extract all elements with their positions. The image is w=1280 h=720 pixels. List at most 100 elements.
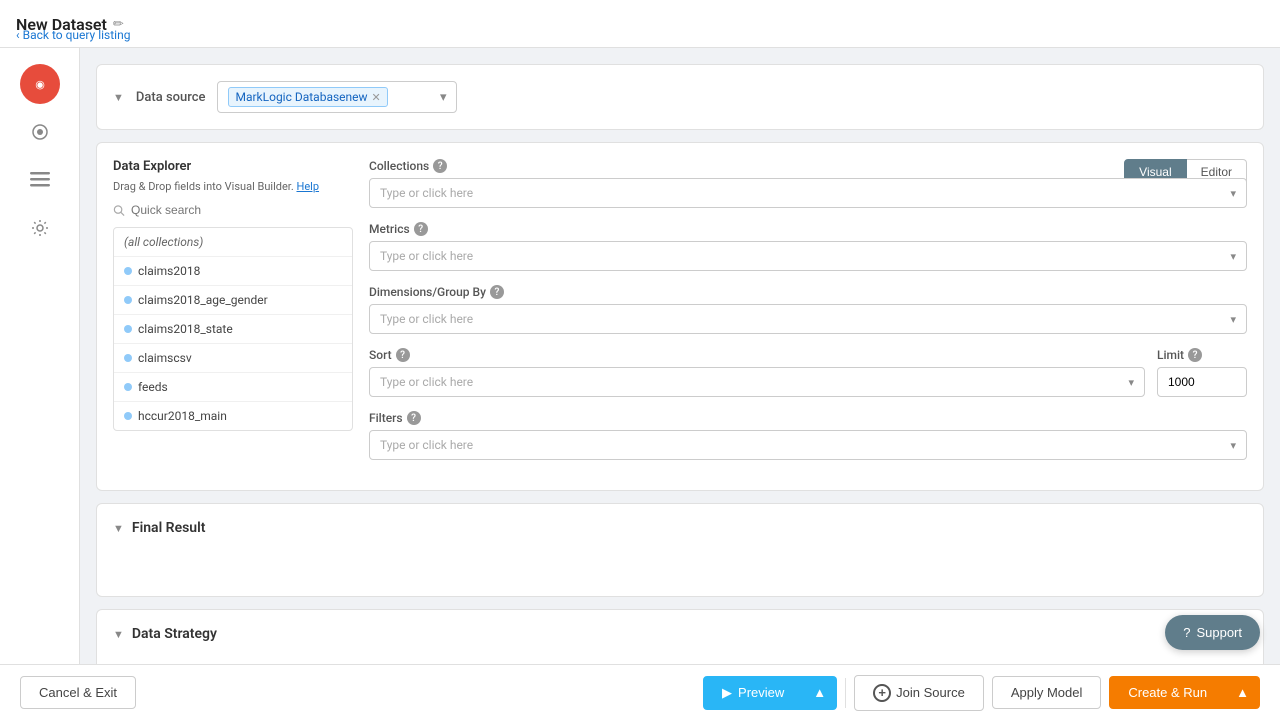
datasource-card: ▼ Data source MarkLogic Databasenew ✕ ▾	[96, 64, 1264, 130]
sort-group: Sort ? Type or click here ▾	[369, 348, 1145, 397]
preview-button-group: ▶ Preview ▲	[703, 676, 837, 710]
filters-select[interactable]: Type or click here ▾	[369, 430, 1247, 460]
list-item[interactable]: claims2018_state	[114, 315, 352, 344]
datasource-select[interactable]: MarkLogic Databasenew ✕ ▾	[217, 81, 457, 113]
sort-dropdown-arrow: ▾	[1128, 376, 1134, 389]
metrics-label: Metrics ?	[369, 222, 1247, 236]
sidebar-settings-icon[interactable]	[20, 208, 60, 248]
dimensions-dropdown-arrow: ▾	[1230, 313, 1236, 326]
collection-label: hccur2018_main	[138, 409, 227, 423]
sidebar-database-icon[interactable]: ◉	[20, 64, 60, 104]
collection-dot	[124, 296, 132, 304]
help-link[interactable]: Help	[296, 180, 319, 193]
filters-help-icon[interactable]: ?	[407, 411, 421, 425]
limit-group: Limit ?	[1157, 348, 1247, 397]
list-item[interactable]: claims2018	[114, 257, 352, 286]
dimensions-help-icon[interactable]: ?	[490, 285, 504, 299]
create-run-button-group: Create & Run ▲	[1109, 676, 1260, 709]
create-run-toggle-button[interactable]: ▲	[1226, 676, 1260, 709]
collection-dot	[124, 267, 132, 275]
collection-dot	[124, 412, 132, 420]
quick-search-input[interactable]	[131, 203, 353, 217]
sort-select[interactable]: Type or click here ▾	[369, 367, 1145, 397]
filters-dropdown-arrow: ▾	[1230, 439, 1236, 452]
filters-label: Filters ?	[369, 411, 1247, 425]
datasource-tag-close[interactable]: ✕	[372, 91, 381, 104]
final-result-toggle[interactable]: ▼	[113, 522, 124, 535]
join-plus-icon: +	[873, 684, 891, 702]
collection-label: claimscsv	[138, 351, 192, 365]
support-icon: ?	[1183, 625, 1190, 640]
collection-dot	[124, 383, 132, 391]
separator-1	[845, 678, 846, 708]
explorer-title: Data Explorer	[113, 159, 353, 174]
collection-dot	[124, 354, 132, 362]
back-link[interactable]: ‹ Back to query listing	[16, 28, 130, 42]
list-item[interactable]: claimscsv	[114, 344, 352, 373]
data-strategy-toggle[interactable]: ▼	[113, 628, 124, 641]
collection-label: feeds	[138, 380, 168, 394]
collection-label: claims2018_state	[138, 322, 233, 336]
collections-group: Collections ? Type or click here ▾	[369, 159, 1247, 208]
data-strategy-card: ▼ Data Strategy	[96, 609, 1264, 664]
data-strategy-title: Data Strategy	[132, 626, 217, 642]
list-item[interactable]: claims2018_age_gender	[114, 286, 352, 315]
collection-list: (all collections) claims2018 claims2018_…	[113, 227, 353, 431]
cancel-exit-button[interactable]: Cancel & Exit	[20, 676, 136, 709]
play-icon: ▶	[722, 685, 732, 701]
sort-label: Sort ?	[369, 348, 1145, 362]
data-strategy-header: ▼ Data Strategy	[113, 626, 1247, 642]
sort-limit-row: Sort ? Type or click here ▾ Limit	[369, 348, 1247, 411]
bottom-bar: Cancel & Exit ▶ Preview ▲ + Join Source …	[0, 664, 1280, 720]
left-sidebar: ◉	[0, 48, 80, 664]
search-icon	[113, 204, 125, 217]
metrics-dropdown-arrow: ▾	[1230, 250, 1236, 263]
datasource-tag: MarkLogic Databasenew ✕	[228, 87, 387, 107]
metrics-group: Metrics ? Type or click here ▾	[369, 222, 1247, 271]
preview-button[interactable]: ▶ Preview	[703, 676, 803, 710]
datasource-dropdown-arrow: ▾	[440, 90, 447, 105]
collection-label: claims2018_age_gender	[138, 293, 268, 307]
dimensions-group: Dimensions/Group By ? Type or click here…	[369, 285, 1247, 334]
collection-label: claims2018	[138, 264, 200, 278]
preview-toggle-button[interactable]: ▲	[803, 676, 837, 710]
explorer-sidebar: Data Explorer Drag & Drop fields into Vi…	[113, 159, 353, 474]
content-area: ▼ Data source MarkLogic Databasenew ✕ ▾ …	[80, 48, 1280, 664]
list-item[interactable]: (all collections)	[114, 228, 352, 257]
final-result-title: Final Result	[132, 520, 206, 536]
dimensions-label: Dimensions/Group By ?	[369, 285, 1247, 299]
limit-input[interactable]	[1157, 367, 1247, 397]
apply-model-button[interactable]: Apply Model	[992, 676, 1102, 709]
collections-label: Collections ?	[369, 159, 1247, 173]
collections-dropdown-arrow: ▾	[1230, 187, 1236, 200]
list-item[interactable]: hccur2018_main	[114, 402, 352, 430]
metrics-help-icon[interactable]: ?	[414, 222, 428, 236]
final-result-card: ▼ Final Result	[96, 503, 1264, 597]
back-arrow-icon: ‹	[16, 28, 20, 42]
top-bar: New Dataset ✏ ‹ Back to query listing	[0, 0, 1280, 48]
collections-select[interactable]: Type or click here ▾	[369, 178, 1247, 208]
sidebar-preview-icon[interactable]	[20, 112, 60, 152]
form-area: Collections ? Type or click here ▾ Metri…	[369, 159, 1247, 474]
final-result-header: ▼ Final Result	[113, 520, 1247, 536]
svg-text:◉: ◉	[35, 78, 45, 91]
right-buttons: ▶ Preview ▲ + Join Source Apply Model Cr…	[703, 675, 1260, 711]
limit-help-icon[interactable]: ?	[1188, 348, 1202, 362]
quick-search-container	[113, 203, 353, 217]
collection-dot	[124, 325, 132, 333]
create-run-button[interactable]: Create & Run	[1109, 676, 1226, 709]
datasource-toggle[interactable]: ▼	[113, 91, 124, 104]
sort-help-icon[interactable]: ?	[396, 348, 410, 362]
join-source-button[interactable]: + Join Source	[854, 675, 984, 711]
collection-label: (all collections)	[124, 235, 203, 249]
explorer-card: Visual Editor Data Explorer Drag & Drop …	[96, 142, 1264, 491]
datasource-label: Data source	[136, 90, 206, 105]
collections-help-icon[interactable]: ?	[433, 159, 447, 173]
sidebar-fields-icon[interactable]	[20, 160, 60, 200]
final-result-content	[113, 550, 1247, 580]
metrics-select[interactable]: Type or click here ▾	[369, 241, 1247, 271]
limit-label: Limit ?	[1157, 348, 1247, 362]
dimensions-select[interactable]: Type or click here ▾	[369, 304, 1247, 334]
list-item[interactable]: feeds	[114, 373, 352, 402]
support-button[interactable]: ? Support	[1165, 615, 1260, 650]
